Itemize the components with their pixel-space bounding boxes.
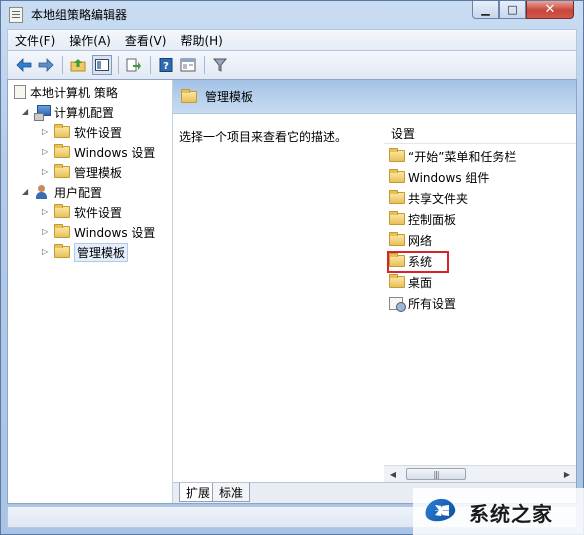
- tree-item-computer-windows[interactable]: ▷ Windows 设置: [42, 143, 155, 161]
- folder-icon: [389, 169, 405, 183]
- toolbar: ?: [7, 51, 577, 79]
- svg-text:?: ?: [163, 61, 169, 72]
- folder-icon: [389, 232, 405, 246]
- maximize-button[interactable]: □: [499, 1, 526, 19]
- list-column-header[interactable]: 设置: [384, 124, 576, 144]
- window-title: 本地组策略编辑器: [31, 8, 128, 22]
- close-button[interactable]: ✕: [526, 1, 574, 19]
- folder-icon: [54, 204, 70, 218]
- expanded-triangle-icon[interactable]: ◢: [22, 188, 30, 196]
- export-list-icon[interactable]: [124, 55, 144, 75]
- folder-icon: [54, 144, 70, 158]
- list-item-control-panel[interactable]: 控制面板: [389, 209, 456, 229]
- menu-bar: 文件(F) 操作(A) 查看(V) 帮助(H): [7, 29, 577, 51]
- toolbar-separator: [118, 56, 119, 74]
- tree-item-user-windows[interactable]: ▷ Windows 设置: [42, 223, 155, 241]
- tree-item-root[interactable]: 本地计算机 策略: [14, 83, 118, 101]
- toolbar-separator: [150, 56, 151, 74]
- settings-list: 设置 “开始”菜单和任务栏 Windows 组件 共享文件夹 控制面板 网络 系…: [384, 114, 576, 482]
- collapsed-triangle-icon[interactable]: ▷: [42, 228, 50, 236]
- back-arrow-icon[interactable]: [14, 55, 34, 75]
- app-window: 本地组策略编辑器 ▁ □ ✕ 文件(F) 操作(A) 查看(V) 帮助(H) ?: [0, 0, 584, 535]
- help-icon[interactable]: ?: [156, 55, 176, 75]
- collapsed-triangle-icon[interactable]: ▷: [42, 148, 50, 156]
- description-text: 选择一个项目来查看它的描述。: [179, 130, 348, 144]
- toolbar-separator: [62, 56, 63, 74]
- tab-standard[interactable]: 标准: [212, 483, 251, 502]
- menu-action[interactable]: 操作(A): [62, 32, 118, 49]
- expanded-triangle-icon[interactable]: ◢: [22, 108, 30, 116]
- filter-icon[interactable]: [210, 55, 230, 75]
- tree-item-computer-software[interactable]: ▷ 软件设置: [42, 123, 122, 141]
- watermark-text: 系统之家: [469, 501, 553, 526]
- folder-icon: [181, 88, 197, 103]
- show-hide-tree-icon[interactable]: [92, 55, 112, 75]
- scroll-left-icon[interactable]: ◀: [386, 468, 400, 480]
- folder-icon: [54, 244, 70, 258]
- list-item-desktop[interactable]: 桌面: [389, 272, 432, 292]
- toolbar-separator: [204, 56, 205, 74]
- folder-icon: [389, 211, 405, 225]
- menu-help[interactable]: 帮助(H): [173, 32, 229, 49]
- collapsed-triangle-icon[interactable]: ▷: [42, 208, 50, 216]
- scroll-thumb[interactable]: |||: [406, 468, 466, 480]
- watermark: 系统之家: [413, 488, 584, 535]
- list-item-start-menu[interactable]: “开始”菜单和任务栏: [389, 146, 516, 166]
- folder-icon: [54, 124, 70, 138]
- tree-item-user-templates[interactable]: ▷ 管理模板: [42, 242, 129, 262]
- up-folder-icon[interactable]: [68, 55, 88, 75]
- all-settings-icon: [389, 296, 406, 312]
- details-header-title: 管理模板: [205, 90, 254, 104]
- horizontal-scrollbar[interactable]: ◀ ||| ▶: [384, 465, 576, 482]
- list-item-windows-components[interactable]: Windows 组件: [389, 167, 489, 187]
- menu-view[interactable]: 查看(V): [118, 32, 174, 49]
- computer-icon: [34, 105, 51, 121]
- tree-item-user-software[interactable]: ▷ 软件设置: [42, 203, 122, 221]
- policy-editor-icon: [9, 7, 23, 23]
- collapsed-triangle-icon[interactable]: ▷: [42, 248, 50, 256]
- details-header: 管理模板: [173, 80, 576, 114]
- folder-icon: [54, 164, 70, 178]
- tree-item-user-config[interactable]: ◢ 用户配置: [22, 183, 102, 201]
- menu-file[interactable]: 文件(F): [8, 32, 62, 49]
- collapsed-triangle-icon[interactable]: ▷: [42, 168, 50, 176]
- folder-icon: [389, 148, 405, 162]
- tree-pane: 本地计算机 策略 ◢ 计算机配置 ▷ 软件设置 ▷ Windows 设置 ▷ 管…: [8, 80, 173, 503]
- list-item-network[interactable]: 网络: [389, 230, 432, 250]
- tree-item-computer-templates[interactable]: ▷ 管理模板: [42, 163, 122, 181]
- list-item-shared-folders[interactable]: 共享文件夹: [389, 188, 468, 208]
- tree-item-computer-config[interactable]: ◢ 计算机配置: [22, 103, 114, 121]
- content-area: 本地计算机 策略 ◢ 计算机配置 ▷ 软件设置 ▷ Windows 设置 ▷ 管…: [7, 79, 577, 504]
- minimize-button[interactable]: ▁: [472, 1, 499, 19]
- properties-icon[interactable]: [178, 55, 198, 75]
- forward-arrow-icon[interactable]: [36, 55, 56, 75]
- user-icon: [34, 185, 50, 199]
- details-pane: 管理模板 选择一个项目来查看它的描述。 设置 “开始”菜单和任务栏 Window…: [173, 80, 576, 503]
- collapsed-triangle-icon[interactable]: ▷: [42, 128, 50, 136]
- folder-icon: [389, 190, 405, 204]
- folder-icon: [54, 224, 70, 238]
- windows-logo-icon: [419, 495, 465, 529]
- policy-doc-icon: [14, 85, 26, 99]
- folder-icon: [389, 274, 405, 288]
- title-bar[interactable]: 本地组策略编辑器 ▁ □ ✕: [1, 1, 583, 29]
- list-item-all-settings[interactable]: 所有设置: [389, 293, 456, 313]
- system-highlight-annotation: [387, 251, 449, 273]
- scroll-right-icon[interactable]: ▶: [560, 468, 574, 480]
